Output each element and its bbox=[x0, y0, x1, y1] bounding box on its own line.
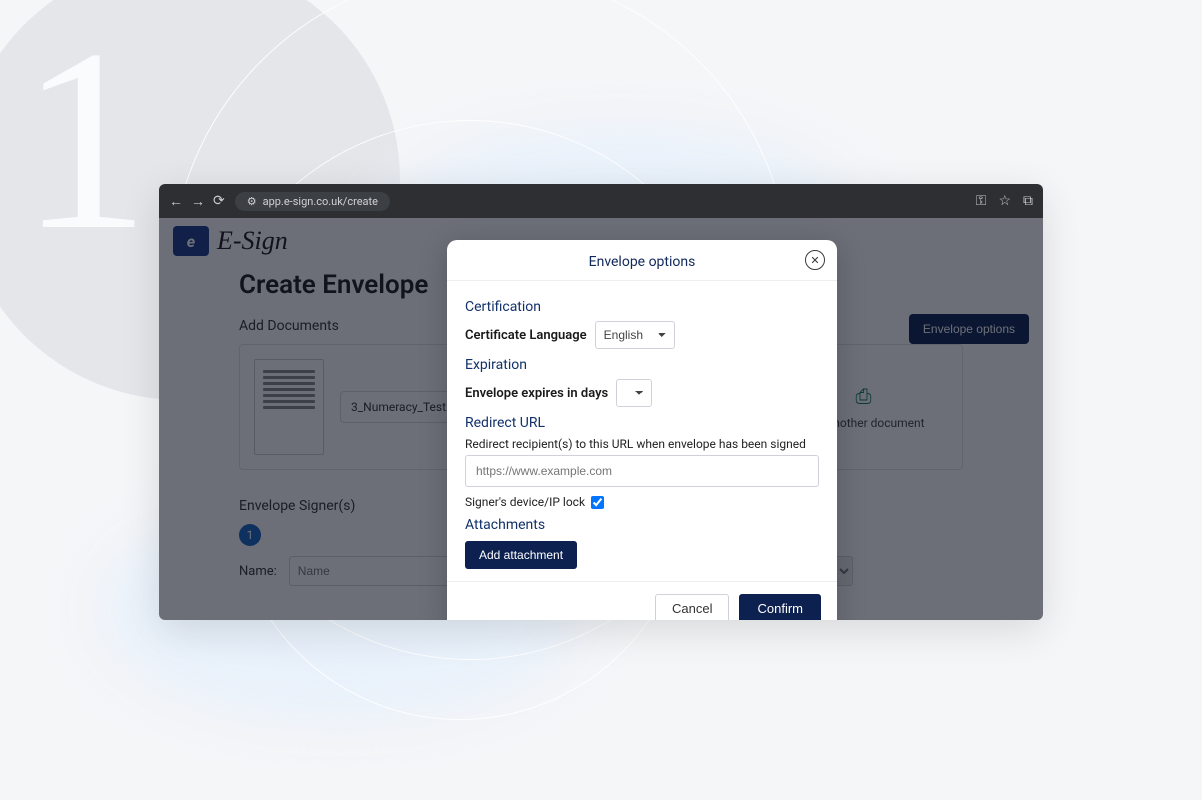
expiration-heading: Expiration bbox=[465, 357, 819, 373]
modal-title: Envelope options ✕ bbox=[447, 240, 837, 281]
expires-days-select[interactable] bbox=[616, 379, 652, 407]
redirect-url-input[interactable] bbox=[465, 455, 819, 487]
confirm-button[interactable]: Confirm bbox=[739, 594, 821, 620]
key-icon[interactable]: ⚿ bbox=[976, 193, 987, 209]
device-ip-lock-checkbox[interactable] bbox=[591, 496, 604, 509]
modal-footer: Cancel Confirm bbox=[447, 581, 837, 620]
cert-language-label: Certificate Language bbox=[465, 328, 587, 343]
cert-language-select[interactable]: English bbox=[595, 321, 675, 349]
redirect-heading: Redirect URL bbox=[465, 415, 819, 431]
extensions-icon[interactable]: ⧉ bbox=[1023, 193, 1033, 209]
browser-window: ← → ⟳ ⚙ app.e-sign.co.uk/create ⚿ ☆ ⧉ e … bbox=[159, 184, 1043, 620]
forward-icon[interactable]: → bbox=[191, 193, 205, 210]
expires-label: Envelope expires in days bbox=[465, 386, 608, 401]
attachments-heading: Attachments bbox=[465, 517, 819, 533]
back-icon[interactable]: ← bbox=[169, 193, 183, 210]
star-icon[interactable]: ☆ bbox=[998, 193, 1011, 209]
site-settings-icon[interactable]: ⚙ bbox=[247, 195, 257, 208]
device-ip-lock-label: Signer's device/IP lock bbox=[465, 495, 585, 509]
close-icon[interactable]: ✕ bbox=[805, 250, 825, 270]
url-text: app.e-sign.co.uk/create bbox=[263, 195, 378, 208]
redirect-help-text: Redirect recipient(s) to this URL when e… bbox=[465, 437, 819, 451]
envelope-options-modal: Envelope options ✕ Certification Certifi… bbox=[447, 240, 837, 620]
cancel-button[interactable]: Cancel bbox=[655, 594, 729, 620]
add-attachment-button[interactable]: Add attachment bbox=[465, 541, 577, 569]
certification-heading: Certification bbox=[465, 299, 819, 315]
app-viewport: e E-Sign Envelope options Create Envelop… bbox=[159, 218, 1043, 620]
browser-toolbar: ← → ⟳ ⚙ app.e-sign.co.uk/create ⚿ ☆ ⧉ bbox=[159, 184, 1043, 218]
step-number: 1 bbox=[20, 10, 150, 270]
reload-icon[interactable]: ⟳ bbox=[213, 193, 225, 210]
address-bar[interactable]: ⚙ app.e-sign.co.uk/create bbox=[235, 192, 390, 211]
